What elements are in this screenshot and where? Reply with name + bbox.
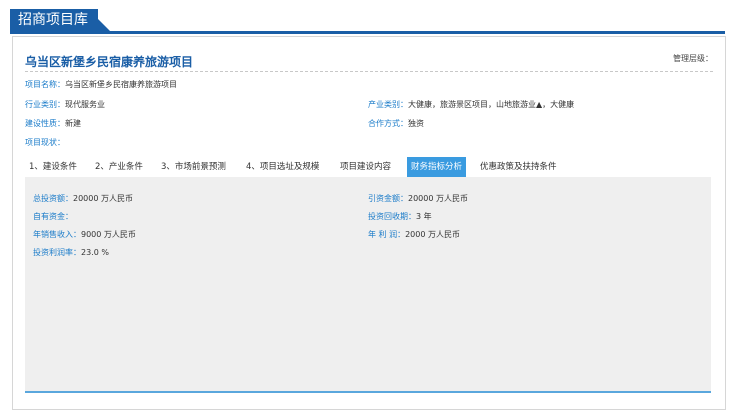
attracted-funds-value: 20000 万人民币: [408, 194, 468, 203]
own-funds-row: 自有资金：: [33, 211, 73, 222]
header-title: 招商项目库: [10, 9, 98, 31]
project-name-value: 乌当区新堡乡民宿康养旅游项目: [65, 80, 177, 89]
tab-financial-indicators[interactable]: 财务指标分析: [407, 157, 467, 177]
financial-content-area: 总投资额：20000 万人民币 引资金额：20000 万人民币 自有资金： 投资…: [25, 177, 711, 393]
total-investment-row: 总投资额：20000 万人民币: [33, 193, 133, 204]
attracted-funds-label: 引资金额：: [368, 194, 408, 203]
profit-margin-label: 投资利润率：: [33, 248, 81, 257]
industry-value: 现代服务业: [65, 100, 105, 109]
info-product-category: 产业类别：大健康，旅游景区项目，山地旅游业▲，大健康: [368, 99, 574, 110]
profit-margin-row: 投资利润率：23.0 %: [33, 247, 109, 258]
info-build-nature: 建设性质：新建: [25, 118, 81, 129]
payback-period-row: 投资回收期：3 年: [368, 211, 432, 222]
annual-profit-row: 年 利 润：2000 万人民币: [368, 229, 460, 240]
own-funds-label: 自有资金：: [33, 212, 73, 221]
tab-market-forecast[interactable]: 3、市场前景预测: [161, 157, 226, 177]
project-title: 乌当区新堡乡民宿康养旅游项目: [25, 55, 194, 69]
header-underline: [10, 31, 725, 34]
tab-construction-conditions[interactable]: 1、建设条件: [29, 157, 77, 177]
payback-period-value: 3 年: [416, 212, 432, 221]
management-level-label: 管理层级：: [673, 54, 713, 63]
header-tab-corner: [96, 17, 110, 31]
info-project-name: 项目名称：乌当区新堡乡民宿康养旅游项目: [25, 79, 177, 90]
build-nature-value: 新建: [65, 119, 81, 128]
project-panel: 乌当区新堡乡民宿康养旅游项目 管理层级： 项目名称：乌当区新堡乡民宿康养旅游项目…: [12, 36, 726, 410]
info-cooperation: 合作方式：独资: [368, 118, 424, 129]
tab-industry-conditions[interactable]: 2、产业条件: [95, 157, 143, 177]
annual-sales-row: 年销售收入：9000 万人民币: [33, 229, 136, 240]
title-divider: [25, 71, 713, 72]
status-label: 项目现状：: [25, 138, 65, 147]
product-category-label: 产业类别：: [368, 100, 408, 109]
annual-profit-value: 2000 万人民币: [405, 230, 460, 239]
annual-sales-label: 年销售收入：: [33, 230, 81, 239]
total-investment-label: 总投资额：: [33, 194, 73, 203]
project-name-label: 项目名称：: [25, 80, 65, 89]
info-industry: 行业类别：现代服务业: [25, 99, 105, 110]
payback-period-label: 投资回收期：: [368, 212, 416, 221]
build-nature-label: 建设性质：: [25, 119, 65, 128]
total-investment-value: 20000 万人民币: [73, 194, 133, 203]
tab-site-and-scale[interactable]: 4、项目选址及规模: [246, 157, 319, 177]
annual-sales-value: 9000 万人民币: [81, 230, 136, 239]
product-category-value: 大健康，旅游景区项目，山地旅游业▲，大健康: [408, 100, 575, 109]
header-bar: 招商项目库: [0, 0, 740, 34]
industry-label: 行业类别：: [25, 100, 65, 109]
profit-margin-value: 23.0 %: [81, 248, 109, 257]
cooperation-value: 独资: [408, 119, 424, 128]
cooperation-label: 合作方式：: [368, 119, 408, 128]
info-status: 项目现状：: [25, 137, 65, 148]
attracted-funds-row: 引资金额：20000 万人民币: [368, 193, 468, 204]
tab-preferential-policies[interactable]: 优惠政策及扶持条件: [480, 157, 557, 177]
tab-construction-content[interactable]: 项目建设内容: [340, 157, 391, 177]
annual-profit-label: 年 利 润：: [368, 230, 406, 239]
